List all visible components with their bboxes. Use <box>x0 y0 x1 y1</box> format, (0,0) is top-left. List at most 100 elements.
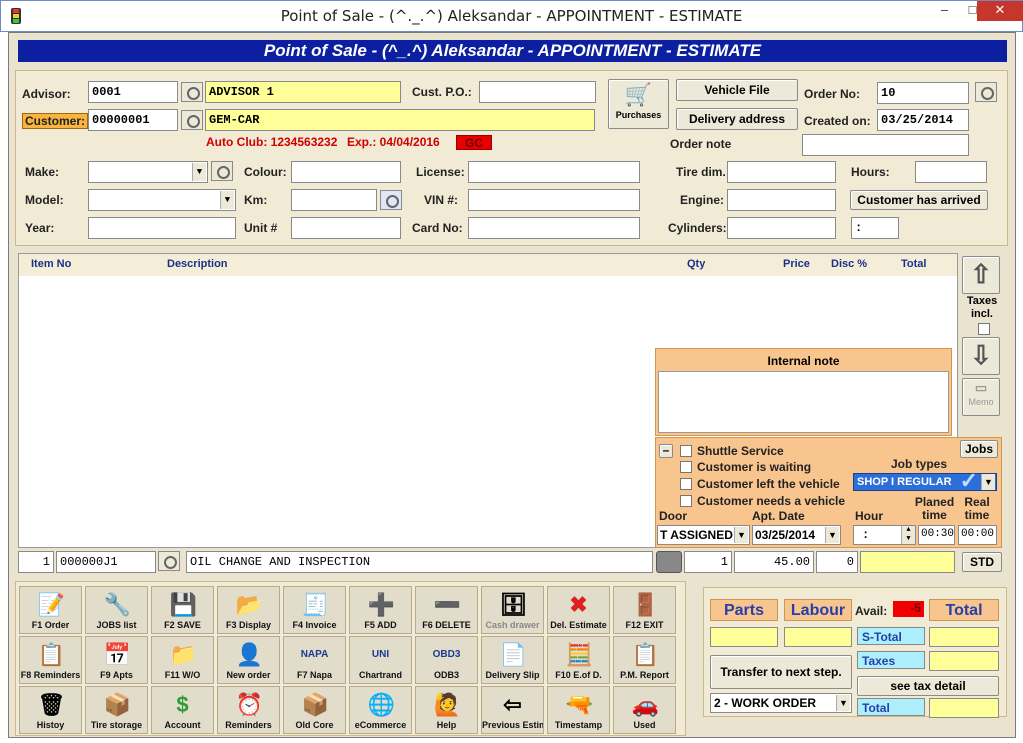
hour-input[interactable]: : ▲ ▼ <box>853 525 916 545</box>
chevron-down-icon[interactable]: ▼ <box>825 527 839 543</box>
f7-napa-button[interactable]: NAPA F7 Napa <box>283 636 346 684</box>
entry-disc-input[interactable]: 0 <box>816 551 858 573</box>
order-search-icon[interactable] <box>975 82 997 102</box>
cash-drawer-button[interactable]: 🗄 Cash drawer <box>481 586 544 634</box>
previous-estimate-button[interactable]: ⇦ Previous Estimate <box>481 686 544 734</box>
entry-price-input[interactable]: 45.00 <box>734 551 814 573</box>
customer-name-input[interactable]: GEM-CAR <box>205 109 595 131</box>
purchases-button[interactable]: 🛒 Purchases <box>608 79 669 129</box>
delivery-address-button[interactable]: Delivery address <box>676 108 798 130</box>
engine-input[interactable] <box>727 189 836 211</box>
arrival-time-input[interactable]: : <box>851 217 899 239</box>
help-button[interactable]: 🙋 Help <box>415 686 478 734</box>
entry-qty-input[interactable]: 1 <box>684 551 732 573</box>
f8-reminders-button[interactable]: 📋 F8 Reminders <box>19 636 82 684</box>
ecommerce-button[interactable]: 🌐 eCommerce <box>349 686 412 734</box>
real-time-input[interactable]: 00:00 <box>958 525 997 545</box>
toolbar-button-label: F9 Apts <box>100 670 133 680</box>
timestamp-button[interactable]: 🔫 Timestamp <box>547 686 610 734</box>
model-select[interactable]: ▼ <box>88 189 236 211</box>
advisor-search-icon[interactable] <box>181 82 203 102</box>
f12-exit-button[interactable]: 🚪 F12 EXIT <box>613 586 676 634</box>
chevron-down-icon[interactable]: ▼ <box>192 163 206 181</box>
km-input[interactable] <box>291 189 377 211</box>
f4-invoice-button[interactable]: 🧾 F4 Invoice <box>283 586 346 634</box>
step-select[interactable]: 2 - WORK ORDER ▼ <box>710 693 852 713</box>
planed-time-input[interactable]: 00:30 <box>918 525 955 545</box>
km-calendar-icon[interactable] <box>380 190 402 210</box>
account-button[interactable]: $ Account <box>151 686 214 734</box>
customer-search-icon[interactable] <box>181 110 203 130</box>
advisor-code-input[interactable]: 0001 <box>88 81 178 103</box>
jobs-list-button[interactable]: 🔧 JOBS list <box>85 586 148 634</box>
order-note-input[interactable] <box>802 134 969 156</box>
f10-eod-button[interactable]: 🧮 F10 E.of D. <box>547 636 610 684</box>
std-button[interactable]: STD <box>962 552 1002 572</box>
apt-date-select[interactable]: 03/25/2014 ▼ <box>752 525 841 545</box>
collapse-button[interactable]: – <box>659 444 673 458</box>
f5-add-button[interactable]: ➕ F5 ADD <box>349 586 412 634</box>
door-select[interactable]: T ASSIGNED ▼ <box>657 525 750 545</box>
old-core-button[interactable]: 📦 Old Core <box>283 686 346 734</box>
job-type-select[interactable]: SHOP I REGULAR ✓ ▼ <box>853 468 997 493</box>
odb3-button[interactable]: OBD3 ODB3 <box>415 636 478 684</box>
order-no-input[interactable]: 10 <box>877 82 969 104</box>
hours-input[interactable] <box>915 161 987 183</box>
transfer-next-step-button[interactable]: Transfer to next step. <box>710 655 852 689</box>
f6-delete-button[interactable]: ➖ F6 DELETE <box>415 586 478 634</box>
license-input[interactable] <box>468 161 640 183</box>
shuttle-checkbox[interactable] <box>680 445 692 457</box>
pm-report-button[interactable]: 📋 P.M. Report <box>613 636 676 684</box>
entry-item-search-icon[interactable] <box>158 551 180 571</box>
taxes-incl-checkbox[interactable] <box>978 323 990 335</box>
tire-storage-button[interactable]: 📦 Tire storage <box>85 686 148 734</box>
f1-order-button[interactable]: 📝 F1 Order <box>19 586 82 634</box>
memo-button[interactable]: ▭ Memo <box>962 378 1000 416</box>
entry-description-input[interactable]: OIL CHANGE AND INSPECTION <box>186 551 653 573</box>
scroll-up-button[interactable]: ⇧ <box>962 256 1000 294</box>
delivery-slip-button[interactable]: 📄 Delivery Slip <box>481 636 544 684</box>
job-type-value: SHOP I REGULAR <box>857 476 952 488</box>
see-tax-detail-button[interactable]: see tax detail <box>857 676 999 696</box>
year-input[interactable] <box>88 217 236 239</box>
customer-arrived-button[interactable]: Customer has arrived <box>850 190 988 210</box>
reminders-button[interactable]: ⏰ Reminders <box>217 686 280 734</box>
cust-po-input[interactable] <box>479 81 596 103</box>
f11-wo-button[interactable]: 📁 F11 W/O <box>151 636 214 684</box>
chevron-down-icon[interactable]: ▼ <box>836 695 850 711</box>
chartrand-button[interactable]: UNI Chartrand <box>349 636 412 684</box>
left-vehicle-checkbox[interactable] <box>680 478 692 490</box>
make-search-icon[interactable] <box>211 161 233 181</box>
vehicle-file-button[interactable]: Vehicle File <box>676 79 798 101</box>
chevron-down-icon[interactable]: ▼ <box>220 191 234 209</box>
del-estimate-button[interactable]: ✖ Del. Estimate <box>547 586 610 634</box>
used-button[interactable]: 🚗 Used <box>613 686 676 734</box>
jobs-button[interactable]: Jobs <box>960 440 998 458</box>
customer-code-input[interactable]: 00000001 <box>88 109 178 131</box>
waiting-checkbox[interactable] <box>680 461 692 473</box>
unit-input[interactable] <box>291 217 401 239</box>
advisor-name-input[interactable]: ADVISOR 1 <box>205 81 401 103</box>
tire-icon[interactable] <box>656 551 682 573</box>
minimize-button[interactable]: – <box>931 1 958 21</box>
chevron-down-icon[interactable]: ▼ <box>981 474 995 490</box>
needs-vehicle-checkbox[interactable] <box>680 495 692 507</box>
close-button[interactable]: ✕ <box>977 1 1023 21</box>
created-on-input[interactable]: 03/25/2014 <box>877 109 969 131</box>
hour-spinner[interactable]: ▲ ▼ <box>901 526 915 544</box>
scroll-down-button[interactable]: ⇩ <box>962 337 1000 375</box>
f2-save-button[interactable]: 💾 F2 SAVE <box>151 586 214 634</box>
card-no-input[interactable] <box>468 217 640 239</box>
history-button[interactable]: 🗑 Histoy <box>19 686 82 734</box>
vin-input[interactable] <box>468 189 640 211</box>
colour-input[interactable] <box>291 161 401 183</box>
tire-dim-input[interactable] <box>727 161 836 183</box>
f9-apts-button[interactable]: 📅 F9 Apts <box>85 636 148 684</box>
chevron-down-icon[interactable]: ▼ <box>734 527 748 543</box>
new-order-button[interactable]: 👤 New order <box>217 636 280 684</box>
internal-note-input[interactable] <box>658 371 949 433</box>
cylinders-input[interactable] <box>727 217 836 239</box>
entry-item-input[interactable]: 000000J1 <box>56 551 156 573</box>
make-select[interactable]: ▼ <box>88 161 208 183</box>
f3-display-button[interactable]: 📂 F3 Display <box>217 586 280 634</box>
